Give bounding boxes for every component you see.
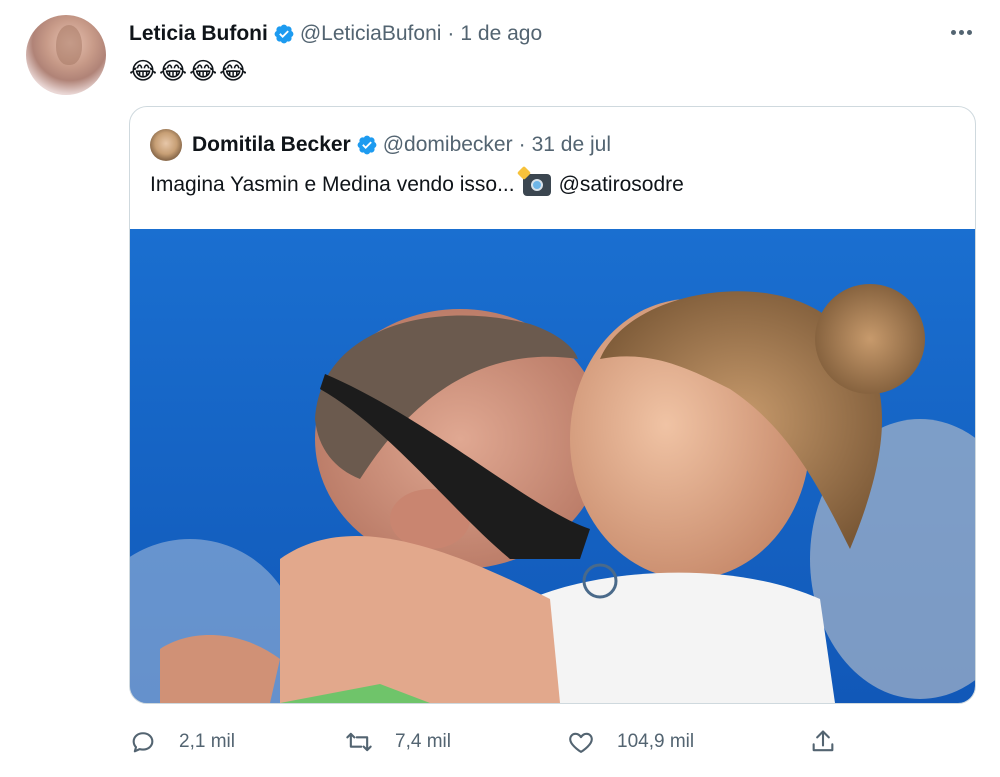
tweet-header: Leticia Bufoni @LeticiaBufoni · 1 de ago: [129, 20, 542, 48]
author-avatar[interactable]: [26, 15, 106, 95]
reply-button[interactable]: 2,1 mil: [129, 724, 235, 760]
verified-badge-icon: [274, 24, 294, 44]
share-button[interactable]: [809, 724, 859, 760]
retweet-button[interactable]: 7,4 mil: [345, 724, 451, 760]
heart-icon: [569, 732, 593, 753]
separator-dot: ·: [518, 133, 526, 156]
quoted-text-main: Imagina Yasmin e Medina vendo isso...: [150, 173, 515, 196]
reply-icon: [132, 732, 154, 753]
photo-illustration: [130, 229, 975, 703]
tweet-text: 😂😂😂😂: [129, 57, 250, 85]
tweet-timestamp[interactable]: 1 de ago: [460, 22, 542, 46]
more-options-icon[interactable]: [946, 22, 976, 42]
like-count: 104,9 mil: [617, 731, 695, 752]
separator-dot: ·: [447, 22, 455, 45]
like-button[interactable]: 104,9 mil: [567, 724, 694, 760]
quoted-author-handle: @domibecker: [382, 133, 513, 156]
share-icon: [812, 730, 834, 752]
retweet-count: 7,4 mil: [395, 731, 451, 752]
quoted-author-name: Domitila Becker: [192, 133, 351, 156]
retweet-icon: [346, 732, 372, 752]
author-handle[interactable]: @LeticiaBufoni: [300, 22, 442, 46]
reply-count: 2,1 mil: [179, 731, 235, 752]
author-name[interactable]: Leticia Bufoni: [129, 22, 268, 46]
verified-badge-icon: [357, 135, 377, 155]
quoted-tweet-photo[interactable]: [130, 229, 975, 703]
camera-flash-icon: [522, 174, 551, 196]
quoted-tweet[interactable]: Domitila Becker @domibecker · 31 de jul …: [129, 106, 976, 704]
quoted-author-avatar: [150, 129, 182, 161]
quoted-tweet-header: Domitila Becker @domibecker · 31 de jul: [150, 127, 611, 163]
photographer-mention: @satirosodre: [558, 173, 684, 196]
quoted-tweet-text: Imagina Yasmin e Medina vendo isso... @s…: [150, 173, 684, 197]
tweet-actions-bar: 2,1 mil 7,4 mil 104,9 mil: [129, 724, 849, 760]
quoted-timestamp: 31 de jul: [531, 133, 612, 156]
